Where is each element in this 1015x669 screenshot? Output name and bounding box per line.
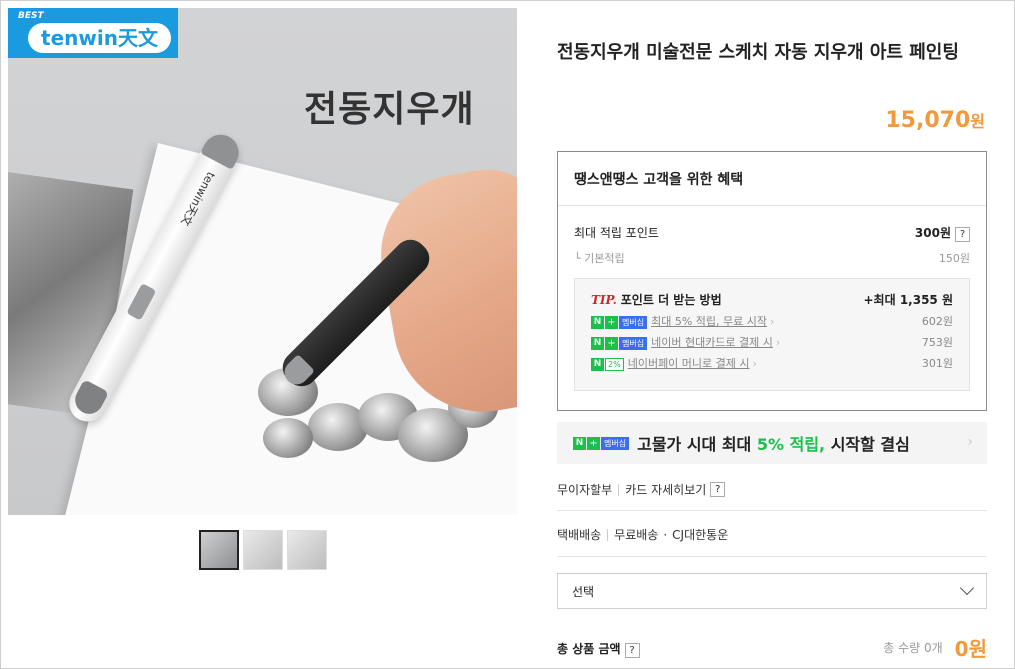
total-amount: 0원 <box>954 637 987 661</box>
tip-label: 포인트 더 받는 방법 <box>620 293 722 307</box>
tip-item-left: N + 멤버십 네이버 현대카드로 결제 시 › <box>591 334 780 350</box>
tip-item[interactable]: N + 멤버십 최대 5% 적립, 무료 시작 › 602원 <box>591 313 953 329</box>
membership-tag: 멤버십 <box>619 315 648 329</box>
base-points-value: 150원 <box>938 252 970 265</box>
chevron-right-icon: › <box>775 336 781 349</box>
naver-n-icon: N <box>591 336 604 350</box>
tip-item-left: N + 멤버십 최대 5% 적립, 무료 시작 › <box>591 313 774 329</box>
shipping-row: 택배배송 무료배송 · CJ대한통운 <box>557 526 728 543</box>
naver-pay-badge: N 2% <box>591 357 624 371</box>
separator <box>557 556 987 557</box>
thumbnail-3[interactable] <box>287 530 327 570</box>
tip-item-left: N 2% 네이버페이 머니로 결제 시 › <box>591 355 757 371</box>
total-right: 총 수량 0개 0원 <box>883 633 987 662</box>
thumbnail-1[interactable] <box>199 530 239 570</box>
sketch-blob <box>263 418 313 458</box>
banner-text: 고물가 시대 최대 5% 적립, 시작할 결심 <box>637 431 910 455</box>
tip-word: TIP. <box>591 293 617 307</box>
tip-item-value: 301원 <box>921 357 953 370</box>
membership-banner[interactable]: N + 멤버십 고물가 시대 최대 5% 적립, 시작할 결심 › <box>557 422 987 464</box>
chevron-right-icon: › <box>770 315 775 328</box>
plus-icon: + <box>587 436 600 450</box>
shipping-fee: 무료배송 <box>614 528 659 542</box>
product-title: 전동지우개 미술전문 스케치 자동 지우개 아트 페인팅 <box>557 42 959 63</box>
total-label-wrap: 총 상품 금액? <box>557 638 640 658</box>
base-points-label: └ 기본적립 <box>574 252 625 265</box>
help-icon[interactable]: ? <box>710 482 726 497</box>
naver-n-icon: N <box>591 357 604 371</box>
naver-membership-badge: N + 멤버십 <box>591 315 648 329</box>
separator <box>557 510 987 511</box>
divider <box>607 528 609 541</box>
naver-membership-badge: N + 멤버십 <box>591 336 648 350</box>
thumbnail-2[interactable] <box>243 530 283 570</box>
tip-item-value: 602원 <box>921 315 953 328</box>
tip-item[interactable]: N + 멤버십 네이버 현대카드로 결제 시 › 753원 <box>591 334 953 350</box>
pen-button <box>126 283 157 321</box>
naver-n-icon: N <box>573 436 586 450</box>
hero-title: 전동지우개 <box>304 89 475 130</box>
product-price: 15,070원 <box>885 108 985 133</box>
total-label: 총 상품 금액 <box>557 641 621 656</box>
payment-row: 무이자할부 카드 자세히보기 ? <box>557 481 726 498</box>
thumbnail-strip <box>199 530 327 570</box>
benefit-box: 땡스앤땡스 고객을 위한 혜택 최대 적립 포인트 300원? └ 기본적립 1… <box>557 151 987 411</box>
banner-text-a: 고물가 시대 최대 <box>637 435 757 454</box>
dot-separator: · <box>663 527 668 542</box>
max-points-value: 300원 <box>914 226 951 240</box>
installment-label: 무이자할부 <box>557 483 613 497</box>
banner-highlight: 5% 적립, <box>756 435 826 454</box>
best-label: BEST <box>18 11 44 21</box>
option-select[interactable]: 선택 <box>557 573 987 609</box>
tip-item-value: 753원 <box>921 336 953 349</box>
tip-max-extra: +최대 1,355 원 <box>863 293 954 307</box>
tip-item-link[interactable]: 네이버 현대카드로 결제 시 <box>651 336 773 349</box>
membership-tag: 멤버십 <box>619 336 648 350</box>
help-icon[interactable]: ? <box>955 227 970 242</box>
benefit-heading: 땡스앤땡스 고객을 위한 혜택 <box>558 152 986 206</box>
help-icon[interactable]: ? <box>624 642 640 658</box>
price-value: 15,070 <box>885 108 971 133</box>
chevron-down-icon <box>959 580 975 596</box>
total-row: 총 상품 금액? 총 수량 0개 0원 <box>557 633 987 662</box>
plus-icon: + <box>605 315 618 329</box>
tip-item[interactable]: N 2% 네이버페이 머니로 결제 시 › 301원 <box>591 355 953 371</box>
chevron-right-icon: › <box>752 357 757 370</box>
chevron-right-icon: › <box>967 434 973 450</box>
shipping-carrier: CJ대한통운 <box>672 528 729 542</box>
card-detail-link[interactable]: 카드 자세히보기 <box>625 481 706 498</box>
tip-heading: TIP. 포인트 더 받는 방법 +최대 1,355 원 <box>591 291 953 308</box>
naver-n-icon: N <box>591 315 604 329</box>
tip-title: TIP. 포인트 더 받는 방법 <box>591 291 722 308</box>
percent-tag: 2% <box>605 357 624 371</box>
divider <box>618 483 620 496</box>
tip-box: TIP. 포인트 더 받는 방법 +최대 1,355 원 N + 멤버십 최대 5% 적… <box>574 278 970 391</box>
best-badge: BEST tenwin天文 <box>8 8 178 58</box>
tip-item-link[interactable]: 네이버페이 머니로 결제 시 <box>628 357 750 370</box>
option-select-value: 선택 <box>572 584 595 599</box>
max-points-label: 최대 적립 포인트 <box>574 226 659 240</box>
price-unit: 원 <box>970 112 985 131</box>
membership-tag: 멤버십 <box>601 436 630 450</box>
banner-text-b: 시작할 결심 <box>825 435 910 454</box>
shipping-type: 택배배송 <box>557 528 602 542</box>
product-main-image[interactable]: 전동지우개 tenwin天文 <box>8 8 517 515</box>
brand-logo: tenwin天文 <box>28 23 171 53</box>
plus-icon: + <box>605 336 618 350</box>
base-points-row: └ 기본적립 150원 <box>558 250 986 266</box>
total-quantity: 총 수량 0개 <box>883 641 943 655</box>
tip-item-link[interactable]: 최대 5% 적립, 무료 시작 <box>651 315 767 328</box>
max-points-row: 최대 적립 포인트 300원? <box>558 224 986 242</box>
naver-membership-badge: N + 멤버십 <box>573 436 630 450</box>
max-points-value-wrap: 300원? <box>915 224 970 242</box>
